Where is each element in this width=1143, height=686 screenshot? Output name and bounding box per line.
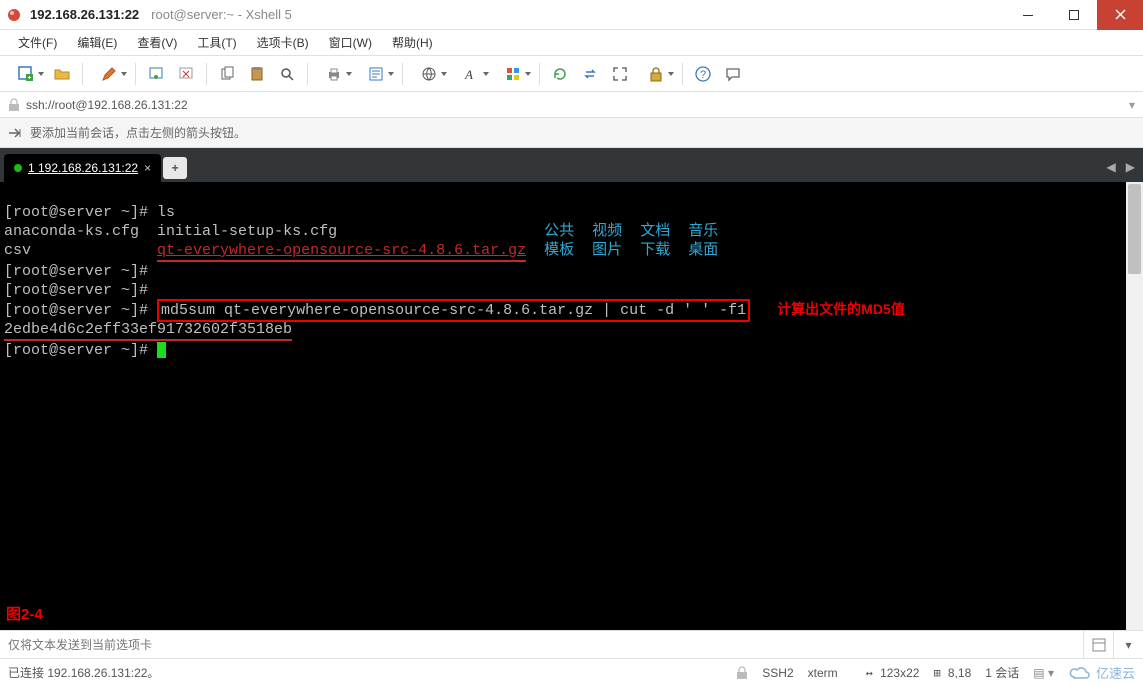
disconnect-button[interactable] [172, 60, 200, 88]
tab-prev-icon[interactable]: ◀ [1107, 160, 1116, 174]
dir-template: 模板 [544, 242, 574, 259]
cmd-ls: ls [157, 204, 175, 221]
copy-button[interactable] [213, 60, 241, 88]
menubar: 文件(F) 编辑(E) 查看(V) 工具(T) 选项卡(B) 窗口(W) 帮助(… [0, 30, 1143, 56]
refresh-button[interactable] [546, 60, 574, 88]
send-input[interactable] [0, 638, 1083, 652]
menu-tools[interactable]: 工具(T) [189, 31, 244, 54]
prompt: [root@server ~]# [4, 302, 148, 319]
encoding-button[interactable] [409, 60, 449, 88]
file-csv: csv [4, 242, 31, 259]
find-button[interactable] [273, 60, 301, 88]
menu-help[interactable]: 帮助(H) [384, 31, 441, 54]
status-dot-icon [14, 164, 22, 172]
print-button[interactable] [314, 60, 354, 88]
status-bar: 已连接 192.168.26.131:22。 SSH2 xterm ↔ 123x… [0, 658, 1143, 686]
tab-close-icon[interactable]: × [144, 161, 151, 175]
edit-button[interactable] [89, 60, 129, 88]
title-ip: 192.168.26.131:22 [30, 7, 139, 22]
properties-button[interactable] [356, 60, 396, 88]
tab-label: 1 192.168.26.131:22 [28, 161, 138, 175]
dir-public: 公共 [544, 223, 574, 240]
annotation-md5: 计算出文件的MD5值 [777, 301, 905, 317]
chat-button[interactable] [719, 60, 747, 88]
menu-file[interactable]: 文件(F) [10, 31, 65, 54]
menu-tab[interactable]: 选项卡(B) [249, 31, 317, 54]
figure-label: 图2-4 [6, 605, 43, 624]
brand-name: 亿速云 [1096, 663, 1135, 682]
terminal[interactable]: [root@server ~]# ls anaconda-ks.cfg init… [0, 182, 1143, 630]
close-button[interactable] [1097, 0, 1143, 30]
arrow-add-icon[interactable] [8, 126, 24, 140]
scrollbar-thumb[interactable] [1128, 184, 1141, 274]
tab-strip: 1 192.168.26.131:22 × + ◀ ▶ [0, 148, 1143, 182]
dir-docs: 文档 [640, 223, 670, 240]
dir-video: 视频 [592, 223, 622, 240]
reconnect-button[interactable] [142, 60, 170, 88]
status-connected: 已连接 192.168.26.131:22。 [8, 664, 159, 681]
ssh-icon [736, 665, 748, 680]
hint-text: 要添加当前会话，点击左侧的箭头按钮。 [30, 124, 246, 141]
status-sessions: 1 会话 [985, 664, 1019, 681]
lock-button[interactable] [636, 60, 676, 88]
lock-icon [8, 98, 20, 112]
status-menu-icon[interactable]: ▤ ▾ [1033, 666, 1054, 680]
hint-bar: 要添加当前会话，点击左侧的箭头按钮。 [0, 118, 1143, 148]
fullscreen-button[interactable] [606, 60, 634, 88]
prompt: [root@server ~]# [4, 204, 148, 221]
menu-window[interactable]: 窗口(W) [321, 31, 380, 54]
paste-button[interactable] [243, 60, 271, 88]
address-text: ssh://root@192.168.26.131:22 [26, 98, 188, 112]
status-pos: ⊞ 8,18 [933, 666, 971, 680]
status-term: xterm [808, 666, 838, 680]
prompt: [root@server ~]# [4, 342, 148, 359]
svg-text:?: ? [700, 69, 706, 81]
status-protocol: SSH2 [762, 666, 793, 680]
address-bar[interactable]: ssh://root@192.168.26.131:22 ▾ [0, 92, 1143, 118]
terminal-scrollbar[interactable] [1126, 182, 1143, 630]
tab-next-icon[interactable]: ▶ [1126, 160, 1135, 174]
cmd-md5sum: md5sum qt-everywhere-opensource-src-4.8.… [161, 302, 746, 319]
send-dropdown-button[interactable]: ▾ [1113, 631, 1143, 659]
open-button[interactable] [48, 60, 76, 88]
file-qt-tarball: qt-everywhere-opensource-src-4.8.6.tar.g… [157, 242, 526, 259]
dir-pictures: 图片 [592, 242, 622, 259]
brand-logo: 亿速云 [1068, 663, 1135, 682]
help-button[interactable]: ? [689, 60, 717, 88]
cursor [157, 342, 166, 358]
menu-edit[interactable]: 编辑(E) [69, 31, 125, 54]
title-session: root@server:~ - Xshell 5 [151, 7, 292, 22]
color-scheme-button[interactable] [493, 60, 533, 88]
toolbar: A ? [0, 56, 1143, 92]
app-icon [6, 7, 22, 23]
new-session-button[interactable] [6, 60, 46, 88]
file-anaconda: anaconda-ks.cfg [4, 223, 139, 240]
file-initial: initial-setup-ks.cfg [157, 223, 337, 240]
transfer-button[interactable] [576, 60, 604, 88]
status-size: ↔ 123x22 [866, 666, 920, 680]
svg-text:A: A [464, 67, 473, 82]
dir-desktop: 桌面 [688, 242, 718, 259]
new-tab-button[interactable]: + [163, 157, 187, 179]
address-dropdown-icon[interactable]: ▾ [1129, 98, 1135, 112]
prompt: [root@server ~]# [4, 263, 148, 280]
dir-music: 音乐 [688, 223, 718, 240]
maximize-button[interactable] [1051, 0, 1097, 30]
prompt: [root@server ~]# [4, 282, 148, 299]
menu-view[interactable]: 查看(V) [129, 31, 185, 54]
send-target-button[interactable] [1083, 631, 1113, 659]
send-bar: ▾ [0, 630, 1143, 658]
md5-output: 2edbe4d6c2eff33ef91732602f3518eb [4, 321, 292, 338]
minimize-button[interactable] [1005, 0, 1051, 30]
font-button[interactable]: A [451, 60, 491, 88]
dir-downloads: 下载 [640, 242, 670, 259]
session-tab[interactable]: 1 192.168.26.131:22 × [4, 154, 161, 182]
